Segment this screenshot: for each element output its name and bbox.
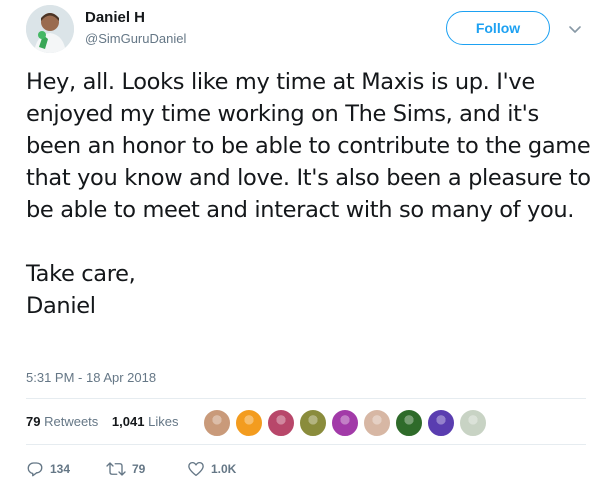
liker-avatar-8[interactable] xyxy=(426,408,456,438)
liker-avatar-4[interactable] xyxy=(298,408,328,438)
liker-avatars xyxy=(202,408,490,438)
divider xyxy=(26,398,586,399)
retweet-count: 79 xyxy=(132,462,146,476)
likes-count: 1,041 xyxy=(111,414,145,429)
user-handle[interactable]: @SimGuruDaniel xyxy=(85,31,186,46)
liker-avatar-1[interactable] xyxy=(202,408,232,438)
liker-avatar-9[interactable] xyxy=(458,408,488,438)
tweet-timestamp[interactable]: 5:31 PM - 18 Apr 2018 xyxy=(26,370,156,385)
tweet-stats: 79 Retweets 1,041 Likes xyxy=(26,414,178,429)
retweets-count: 79 xyxy=(26,414,41,429)
reply-button[interactable]: 134 xyxy=(26,460,70,480)
reply-count: 134 xyxy=(50,462,71,476)
likes-stat[interactable]: 1,041 Likes xyxy=(112,414,179,429)
tweet-card: Daniel H @SimGuruDaniel Follow Hey, all.… xyxy=(0,0,610,503)
retweets-label: Retweets xyxy=(44,414,99,429)
avatar[interactable] xyxy=(26,5,74,53)
tweet-signature: Daniel xyxy=(26,293,96,319)
liker-avatar-7[interactable] xyxy=(394,408,424,438)
tweet-signoff: Take care, xyxy=(26,261,136,287)
tweet-paragraph: Hey, all. Looks like my time at Maxis is… xyxy=(26,69,591,223)
like-count: 1.0K xyxy=(211,462,237,476)
liker-avatar-5[interactable] xyxy=(330,408,360,438)
liker-avatar-2[interactable] xyxy=(234,408,264,438)
liker-avatar-6[interactable] xyxy=(362,408,392,438)
reply-icon xyxy=(27,462,43,477)
heart-icon xyxy=(188,461,204,477)
like-button[interactable]: 1.0K xyxy=(187,460,236,480)
retweet-icon xyxy=(106,462,126,476)
retweet-button[interactable]: 79 xyxy=(106,460,145,480)
follow-button[interactable]: Follow xyxy=(446,11,550,45)
likes-label: Likes xyxy=(148,414,179,429)
tweet-text: Hey, all. Looks like my time at Maxis is… xyxy=(26,66,596,322)
display-name[interactable]: Daniel H xyxy=(85,9,145,26)
divider xyxy=(26,444,586,445)
retweets-stat[interactable]: 79 Retweets xyxy=(26,414,98,429)
chevron-down-icon[interactable] xyxy=(566,20,584,38)
avatar-image xyxy=(26,5,74,53)
liker-avatar-3[interactable] xyxy=(266,408,296,438)
